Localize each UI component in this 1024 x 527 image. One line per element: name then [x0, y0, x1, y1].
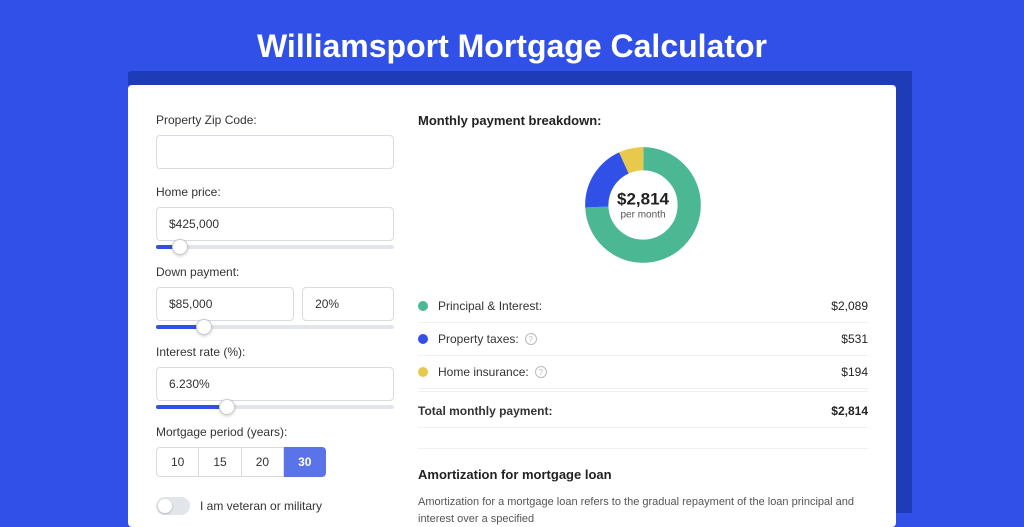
dot-icon [418, 334, 428, 344]
summary-panel: Monthly payment breakdown: $2,814 per mo… [418, 113, 868, 527]
legend-principal: Principal & Interest: $2,089 [418, 290, 868, 323]
calculator-card: Property Zip Code: Home price: Down paym… [128, 85, 896, 527]
period-option-10[interactable]: 10 [156, 447, 199, 477]
down-payment-pct-input[interactable] [302, 287, 394, 321]
breakdown-donut: $2,814 per month [582, 144, 704, 266]
period-option-30[interactable]: 30 [284, 447, 326, 477]
inputs-panel: Property Zip Code: Home price: Down paym… [156, 113, 394, 527]
period-option-20[interactable]: 20 [242, 447, 284, 477]
period-option-15[interactable]: 15 [199, 447, 241, 477]
legend-value: $531 [841, 332, 868, 346]
donut-value: $2,814 [617, 190, 669, 210]
help-icon[interactable]: ? [525, 333, 537, 345]
home-price-input[interactable] [156, 207, 394, 241]
down-payment-slider[interactable] [156, 325, 394, 329]
donut-sub: per month [617, 210, 669, 221]
interest-slider[interactable] [156, 405, 394, 409]
legend-label: Home insurance: [438, 365, 529, 379]
amortization-title: Amortization for mortgage loan [418, 467, 868, 482]
legend-insurance: Home insurance: ? $194 [418, 356, 868, 389]
total-value: $2,814 [831, 404, 868, 418]
amortization-text: Amortization for a mortgage loan refers … [418, 494, 868, 527]
period-label: Mortgage period (years): [156, 425, 394, 439]
veteran-label: I am veteran or military [200, 499, 322, 513]
amortization-section: Amortization for mortgage loan Amortizat… [418, 448, 868, 527]
down-payment-input[interactable] [156, 287, 294, 321]
total-label: Total monthly payment: [418, 404, 552, 418]
home-price-slider[interactable] [156, 245, 394, 249]
home-price-label: Home price: [156, 185, 394, 199]
zip-label: Property Zip Code: [156, 113, 394, 127]
legend-taxes: Property taxes: ? $531 [418, 323, 868, 356]
legend-total: Total monthly payment: $2,814 [418, 391, 868, 428]
legend-label: Principal & Interest: [438, 299, 542, 313]
legend-label: Property taxes: [438, 332, 519, 346]
veteran-toggle[interactable] [156, 497, 190, 515]
period-group: 10 15 20 30 [156, 447, 394, 477]
interest-input[interactable] [156, 367, 394, 401]
interest-label: Interest rate (%): [156, 345, 394, 359]
zip-input[interactable] [156, 135, 394, 169]
legend-value: $194 [841, 365, 868, 379]
legend-value: $2,089 [831, 299, 868, 313]
dot-icon [418, 367, 428, 377]
breakdown-title: Monthly payment breakdown: [418, 113, 868, 128]
down-payment-label: Down payment: [156, 265, 394, 279]
help-icon[interactable]: ? [535, 366, 547, 378]
dot-icon [418, 301, 428, 311]
